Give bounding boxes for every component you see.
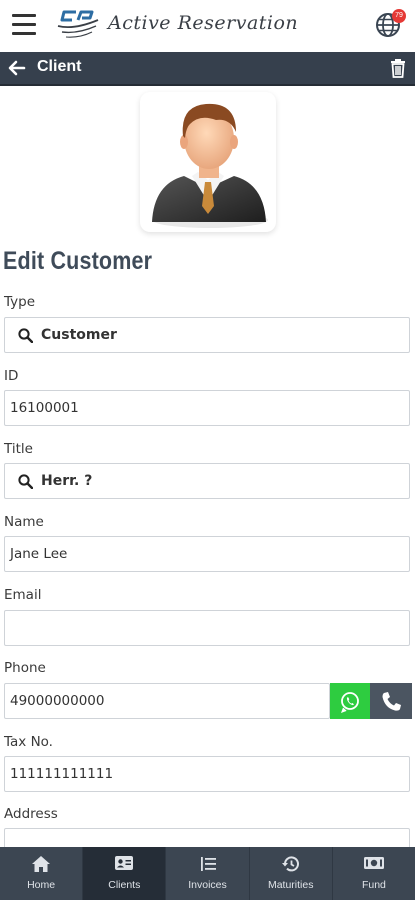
nav-fund-label: Fund [361,879,386,891]
list-icon [200,857,216,871]
call-button[interactable] [370,683,412,719]
type-label: Type [4,294,36,310]
search-icon [18,328,33,343]
email-field[interactable] [4,610,410,646]
history-icon [281,856,299,872]
tax-field[interactable]: 111111111111 [4,756,410,792]
app-header: Active Reservation 79 [0,0,415,52]
notification-badge: 79 [392,9,406,23]
whatsapp-button[interactable] [330,683,370,719]
name-field[interactable]: Jane Lee [4,536,410,572]
page-title: Client [37,58,82,75]
page-titlebar: Client [0,52,415,86]
email-label: Email [4,587,42,603]
nav-home[interactable]: Home [0,847,84,900]
phone-label: Phone [4,660,46,676]
back-arrow-icon[interactable] [8,59,26,77]
id-label: ID [4,368,19,384]
title-field[interactable]: Herr. ? [4,463,410,499]
nav-maturities[interactable]: Maturities [250,847,333,900]
nav-fund[interactable]: Fund [333,847,415,900]
home-icon [32,856,51,872]
type-value: Customer [41,327,117,343]
name-label: Name [4,514,44,530]
form-heading: Edit Customer [3,247,153,275]
app-logo: Active Reservation [56,6,316,46]
nav-home-label: Home [27,879,56,891]
phone-value: 49000000000 [10,693,105,709]
name-value: Jane Lee [10,546,68,562]
customer-avatar[interactable] [140,92,276,232]
type-field[interactable]: Customer [4,317,410,353]
logo-text: Active Reservation [108,12,299,34]
bottom-nav: Home Clients Invoices Maturities Fund [0,847,415,900]
tax-label: Tax No. [4,734,53,750]
address-label: Address [4,806,58,822]
menu-icon[interactable] [12,14,36,36]
id-value: 16100001 [10,400,79,416]
id-field[interactable]: 16100001 [4,390,410,426]
title-label: Title [4,441,33,457]
nav-clients-label: Clients [108,879,141,891]
nav-invoices-label: Invoices [188,879,227,891]
nav-clients[interactable]: Clients [83,847,167,900]
trash-icon[interactable] [389,58,407,78]
money-icon [363,857,384,869]
phone-field[interactable]: 49000000000 [4,683,330,719]
id-card-icon [115,856,134,870]
tax-value: 111111111111 [10,766,114,782]
whatsapp-icon [340,692,359,714]
nav-maturities-label: Maturities [267,879,314,891]
phone-icon [382,692,401,711]
search-icon [18,474,33,489]
nav-invoices[interactable]: Invoices [166,847,250,900]
title-value: Herr. ? [41,473,93,489]
